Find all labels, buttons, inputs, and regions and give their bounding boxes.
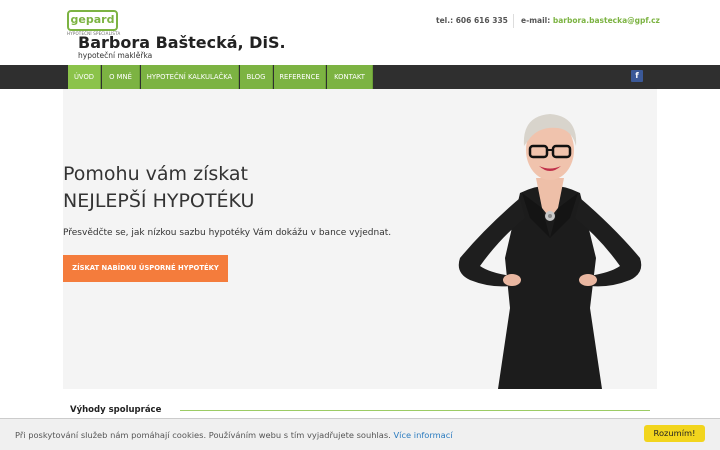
cookie-bar: Při poskytování služeb nám pomáhají cook… [0, 418, 720, 450]
hero-paragraph: Přesvědčte se, jak nízkou sazbu hypotéky… [63, 228, 392, 238]
nav-item-reference[interactable]: REFERENCE [274, 65, 326, 89]
cookie-more-info-link[interactable]: Více informací [393, 430, 452, 440]
phone-contact[interactable]: tel.: 606 616 335 [436, 16, 508, 25]
nav-item-hypotecni-kalkulacka[interactable]: HYPOTEČNÍ KALKULAČKA [141, 65, 239, 89]
gepard-logo[interactable]: gepard [67, 10, 118, 31]
cookie-text: Při poskytování služeb nám pomáhají cook… [15, 430, 394, 440]
facebook-icon[interactable]: f [631, 70, 643, 82]
broker-name: Barbora Baštecká, DiS. [78, 33, 286, 52]
nav-item-kontakt[interactable]: KONTAKT [327, 65, 373, 89]
main-navigation: ÚVOD O MNĚ HYPOTEČNÍ KALKULAČKA BLOG REF… [0, 65, 720, 89]
cookie-message: Při poskytování služeb nám pomáhají cook… [15, 430, 453, 440]
broker-role: hypoteční maklěřka [78, 51, 153, 60]
section-divider [180, 410, 650, 411]
nav-item-blog[interactable]: BLOG [240, 65, 273, 89]
broker-portrait [458, 114, 642, 389]
email-contact[interactable]: e-mail: barbora.bastecka@gpf.cz [521, 16, 660, 25]
cookie-accept-button[interactable]: Rozumím! [644, 425, 705, 442]
email-link[interactable]: barbora.bastecka@gpf.cz [553, 16, 660, 25]
section-title-benefits: Výhody spolupráce [70, 405, 162, 415]
hero-headline-line2: NEJLEPŠÍ HYPOTÉKU [63, 190, 255, 212]
nav-item-uvod[interactable]: ÚVOD [68, 65, 101, 89]
site-header: gepard HYPOTEČNÍ SPECIALISTA Barbora Baš… [0, 0, 720, 65]
nav-item-o-mne[interactable]: O MNĚ [102, 65, 140, 89]
get-offer-button[interactable]: ZÍSKAT NABÍDKU ÚSPORNÉ HYPOTÉKY [63, 255, 228, 282]
email-label: e-mail: [521, 16, 553, 25]
contact-divider [513, 14, 514, 28]
hero-headline-line1: Pomohu vám získat [63, 163, 249, 185]
